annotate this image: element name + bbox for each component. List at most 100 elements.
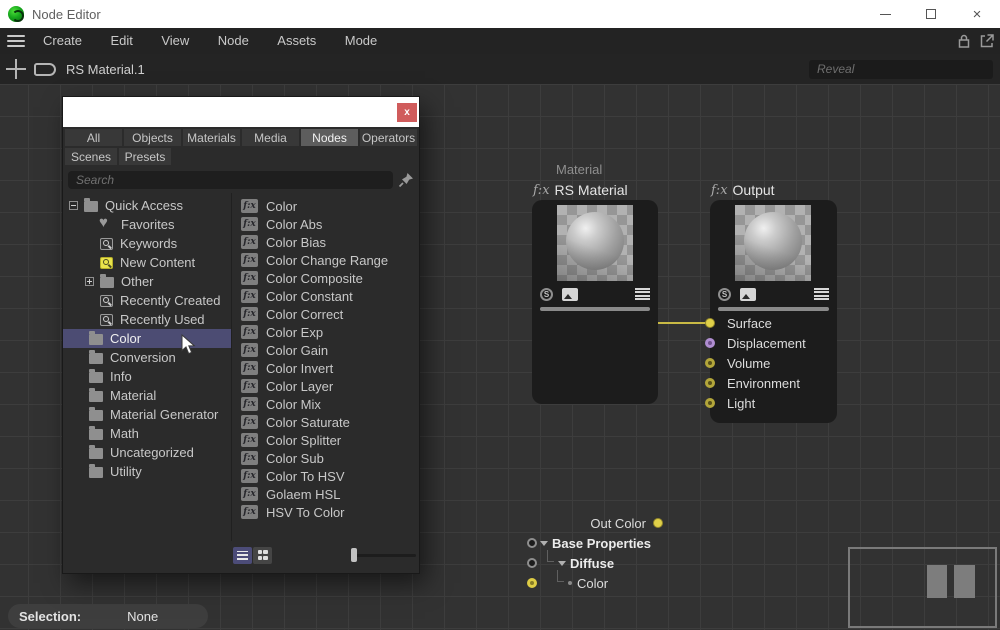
menu-item[interactable]: Edit: [101, 29, 141, 52]
node-list-item[interactable]: f:x HSV To Color: [232, 503, 419, 521]
window-titlebar[interactable]: Node Editor ×: [0, 0, 1000, 28]
fx-node-icon: f:x: [241, 325, 258, 339]
displacement-port[interactable]: [705, 338, 715, 348]
search-input[interactable]: [68, 171, 393, 189]
breadcrumb[interactable]: RS Material.1: [66, 62, 145, 77]
tree-item[interactable]: Other: [63, 272, 231, 291]
node-list-item[interactable]: f:x Golaem HSL: [232, 485, 419, 503]
node-list-item[interactable]: f:x Color Correct: [232, 305, 419, 323]
node-shape-icon[interactable]: [34, 63, 56, 76]
tree-item[interactable]: New Content: [63, 253, 231, 272]
minimize-button[interactable]: [862, 0, 908, 28]
tree-item[interactable]: Utility: [63, 462, 231, 481]
open-external-icon[interactable]: [979, 33, 995, 49]
volume-port[interactable]: [705, 358, 715, 368]
node-list-item[interactable]: f:x Color Change Range: [232, 251, 419, 269]
tree-item[interactable]: Material: [63, 386, 231, 405]
out-color-port[interactable]: [653, 518, 663, 528]
reveal-input[interactable]: [809, 60, 993, 79]
diffuse-row[interactable]: Diffuse: [544, 556, 614, 570]
grid-view-button[interactable]: [253, 547, 272, 564]
rs-material-node[interactable]: S Out Color Base Properties Diffuse Colo…: [532, 200, 658, 404]
popup-close-button[interactable]: x: [397, 103, 417, 122]
tree-item[interactable]: Info: [63, 367, 231, 386]
tree-item[interactable]: Recently Created: [63, 291, 231, 310]
preview-image-icon[interactable]: [562, 288, 578, 301]
node-list-item[interactable]: f:x Color Constant: [232, 287, 419, 305]
menu-item[interactable]: Create: [34, 29, 91, 52]
expander-icon[interactable]: [85, 277, 94, 286]
node-list-item[interactable]: f:x Color Saturate: [232, 413, 419, 431]
lock-icon[interactable]: [956, 33, 972, 49]
node-list-item[interactable]: f:x Color Exp: [232, 323, 419, 341]
filter-tab[interactable]: Objects: [124, 129, 181, 146]
list-view-button[interactable]: [233, 547, 252, 564]
output-port-row[interactable]: Environment: [727, 376, 800, 390]
menu-item[interactable]: Assets: [268, 29, 325, 52]
output-port-row[interactable]: Displacement: [727, 336, 806, 350]
tree-item[interactable]: Math: [63, 424, 231, 443]
filter-tab[interactable]: Scenes: [65, 148, 117, 165]
output-port-row[interactable]: Surface: [727, 316, 772, 330]
color-input-port[interactable]: [527, 578, 537, 588]
diffuse-port[interactable]: [527, 558, 537, 568]
collapse-caret-icon[interactable]: [558, 561, 566, 566]
navigator-minimap[interactable]: [848, 547, 997, 628]
icon-size-slider[interactable]: [354, 547, 416, 563]
filter-tab[interactable]: All: [65, 129, 122, 146]
menu-item[interactable]: View: [152, 29, 198, 52]
solo-badge-icon[interactable]: S: [540, 288, 553, 301]
base-properties-row[interactable]: Base Properties: [540, 536, 651, 550]
light-port[interactable]: [705, 398, 715, 408]
node-menu-icon[interactable]: [635, 288, 650, 301]
filter-tab[interactable]: Nodes: [301, 129, 358, 146]
preview-image-icon[interactable]: [740, 288, 756, 301]
node-list-item[interactable]: f:x Color Layer: [232, 377, 419, 395]
close-button[interactable]: ×: [954, 0, 1000, 28]
tree-item[interactable]: Conversion: [63, 348, 231, 367]
collapse-caret-icon[interactable]: [540, 541, 548, 546]
maximize-button[interactable]: [908, 0, 954, 28]
menu-item[interactable]: Mode: [336, 29, 387, 52]
tree-item-icon: [89, 353, 103, 364]
node-list-item[interactable]: f:x Color: [232, 197, 419, 215]
base-properties-port[interactable]: [527, 538, 537, 548]
environment-port[interactable]: [705, 378, 715, 388]
fx-node-icon: f:x: [241, 469, 258, 483]
slider-thumb[interactable]: [351, 548, 357, 562]
hamburger-menu-icon[interactable]: [7, 35, 25, 47]
tree-item[interactable]: Quick Access: [63, 196, 231, 215]
node-editor-window: Node Editor × Create Edit View Node Asse…: [0, 0, 1000, 630]
node-list-item[interactable]: f:x Color Mix: [232, 395, 419, 413]
node-list-item[interactable]: f:x Color Bias: [232, 233, 419, 251]
node-list-item[interactable]: f:x Color Composite: [232, 269, 419, 287]
filter-tab[interactable]: Media: [242, 129, 299, 146]
output-port-row[interactable]: Light: [727, 396, 755, 410]
filter-tab[interactable]: Operators: [360, 129, 417, 146]
node-list-item[interactable]: f:x Color Gain: [232, 341, 419, 359]
filter-tab[interactable]: Materials: [183, 129, 240, 146]
output-node[interactable]: S Surface Displacement Volume Envir: [710, 200, 837, 423]
node-list-item[interactable]: f:x Color Abs: [232, 215, 419, 233]
menu-item[interactable]: Node: [209, 29, 258, 52]
pin-icon[interactable]: [397, 171, 415, 189]
node-list-item[interactable]: f:x Color Splitter: [232, 431, 419, 449]
node-list-item[interactable]: f:x Color Invert: [232, 359, 419, 377]
filter-tab[interactable]: Presets: [119, 148, 171, 165]
tree-item[interactable]: Recently Used: [63, 310, 231, 329]
color-row[interactable]: Color: [554, 576, 608, 590]
solo-badge-icon[interactable]: S: [718, 288, 731, 301]
popup-titlebar[interactable]: x: [63, 97, 419, 127]
output-port-row[interactable]: Volume: [727, 356, 770, 370]
node-menu-icon[interactable]: [814, 288, 829, 301]
surface-port[interactable]: [705, 318, 715, 328]
tree-item[interactable]: Favorites: [63, 215, 231, 234]
tree-item[interactable]: Material Generator: [63, 405, 231, 424]
node-list-item[interactable]: f:x Color To HSV: [232, 467, 419, 485]
add-node-icon[interactable]: [6, 59, 26, 79]
tree-item[interactable]: Uncategorized: [63, 443, 231, 462]
node-list-item[interactable]: f:x Color Sub: [232, 449, 419, 467]
tree-item[interactable]: Color: [63, 329, 231, 348]
expander-icon[interactable]: [69, 201, 78, 210]
tree-item[interactable]: Keywords: [63, 234, 231, 253]
